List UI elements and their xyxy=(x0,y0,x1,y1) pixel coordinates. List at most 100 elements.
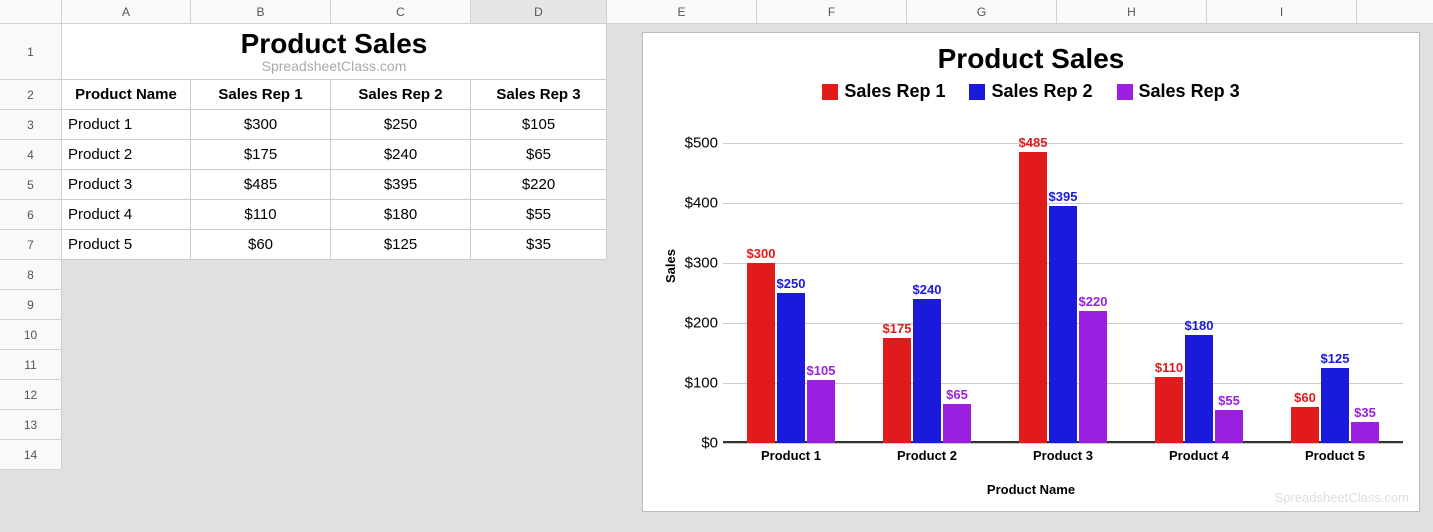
cell-3-1[interactable]: $110 xyxy=(191,200,331,229)
bar[interactable] xyxy=(747,263,775,443)
column-header-row: ABCDEFGHI xyxy=(0,0,1433,24)
y-tick-label: $500 xyxy=(668,135,718,152)
y-tick-label: $300 xyxy=(668,255,718,272)
col-header-I[interactable]: I xyxy=(1207,0,1357,23)
cell-4-1[interactable]: $60 xyxy=(191,230,331,259)
bar[interactable] xyxy=(1155,377,1183,443)
col-header-B[interactable]: B xyxy=(191,0,331,23)
row-header-1[interactable]: 1 xyxy=(0,24,62,80)
cell-2-2[interactable]: $395 xyxy=(331,170,471,199)
x-category-label: Product 3 xyxy=(1033,448,1093,463)
bar-value-label: $125 xyxy=(1321,351,1350,366)
row-header-5[interactable]: 5 xyxy=(0,170,62,200)
col-header-rep3[interactable]: Sales Rep 3 xyxy=(471,80,607,109)
select-all-corner[interactable] xyxy=(0,0,62,24)
bar[interactable] xyxy=(913,299,941,443)
col-header-rep2[interactable]: Sales Rep 2 xyxy=(331,80,471,109)
bar-value-label: $485 xyxy=(1019,135,1048,150)
cell-4-0[interactable]: Product 5 xyxy=(62,230,191,259)
chart-legend: Sales Rep 1 Sales Rep 2 Sales Rep 3 xyxy=(643,81,1419,102)
table-title: Product Sales xyxy=(62,24,606,60)
x-category-label: Product 4 xyxy=(1169,448,1229,463)
table-subtitle: SpreadsheetClass.com xyxy=(62,58,606,74)
cell-2-0[interactable]: Product 3 xyxy=(62,170,191,199)
x-category-label: Product 5 xyxy=(1305,448,1365,463)
row-header-11[interactable]: 11 xyxy=(0,350,62,380)
cell-1-3[interactable]: $65 xyxy=(471,140,607,169)
bar-value-label: $105 xyxy=(807,363,836,378)
bar-value-label: $240 xyxy=(913,282,942,297)
table-row: Product 3$485$395$220 xyxy=(62,170,607,200)
bar[interactable] xyxy=(1019,152,1047,443)
row-header-9[interactable]: 9 xyxy=(0,290,62,320)
bar[interactable] xyxy=(1185,335,1213,443)
grid-area[interactable]: Product Sales SpreadsheetClass.com Produ… xyxy=(62,24,1433,532)
row-header-2[interactable]: 2 xyxy=(0,80,62,110)
col-header-D[interactable]: D xyxy=(471,0,607,23)
legend-label: Sales Rep 3 xyxy=(1139,81,1240,102)
col-header-rep1[interactable]: Sales Rep 1 xyxy=(191,80,331,109)
bar[interactable] xyxy=(1215,410,1243,443)
row-header-3[interactable]: 3 xyxy=(0,110,62,140)
cell-3-3[interactable]: $55 xyxy=(471,200,607,229)
bar-value-label: $300 xyxy=(747,246,776,261)
cell-3-0[interactable]: Product 4 xyxy=(62,200,191,229)
bar[interactable] xyxy=(777,293,805,443)
bar[interactable] xyxy=(807,380,835,443)
bar[interactable] xyxy=(1321,368,1349,443)
cell-1-1[interactable]: $175 xyxy=(191,140,331,169)
col-header-G[interactable]: G xyxy=(907,0,1057,23)
row-header-7[interactable]: 7 xyxy=(0,230,62,260)
bar[interactable] xyxy=(1291,407,1319,443)
col-header-E[interactable]: E xyxy=(607,0,757,23)
bar[interactable] xyxy=(1049,206,1077,443)
legend-label: Sales Rep 1 xyxy=(844,81,945,102)
col-header-C[interactable]: C xyxy=(331,0,471,23)
y-tick-label: $0 xyxy=(668,435,718,452)
table-row: Product 2$175$240$65 xyxy=(62,140,607,170)
row-header-8[interactable]: 8 xyxy=(0,260,62,290)
cell-0-2[interactable]: $250 xyxy=(331,110,471,139)
bar-value-label: $55 xyxy=(1218,393,1240,408)
row-header-10[interactable]: 10 xyxy=(0,320,62,350)
legend-swatch-icon xyxy=(822,84,838,100)
row-header-13[interactable]: 13 xyxy=(0,410,62,440)
bar[interactable] xyxy=(1079,311,1107,443)
cell-4-3[interactable]: $35 xyxy=(471,230,607,259)
col-header-H[interactable]: H xyxy=(1057,0,1207,23)
grid-line xyxy=(723,143,1403,144)
legend-item-1[interactable]: Sales Rep 2 xyxy=(969,81,1092,102)
row-header-6[interactable]: 6 xyxy=(0,200,62,230)
bar-value-label: $65 xyxy=(946,387,968,402)
bar-value-label: $395 xyxy=(1049,189,1078,204)
x-category-label: Product 1 xyxy=(761,448,821,463)
cell-4-2[interactable]: $125 xyxy=(331,230,471,259)
cell-2-1[interactable]: $485 xyxy=(191,170,331,199)
bar[interactable] xyxy=(883,338,911,443)
cell-0-0[interactable]: Product 1 xyxy=(62,110,191,139)
y-tick-label: $200 xyxy=(668,315,718,332)
title-cell[interactable]: Product Sales SpreadsheetClass.com xyxy=(62,24,607,80)
legend-item-2[interactable]: Sales Rep 3 xyxy=(1117,81,1240,102)
y-tick-label: $400 xyxy=(668,195,718,212)
bar-value-label: $250 xyxy=(777,276,806,291)
cell-2-3[interactable]: $220 xyxy=(471,170,607,199)
legend-item-0[interactable]: Sales Rep 1 xyxy=(822,81,945,102)
col-header-A[interactable]: A xyxy=(62,0,191,23)
chart-container[interactable]: Product Sales Sales Rep 1 Sales Rep 2 Sa… xyxy=(642,32,1420,512)
table-row: Product 4$110$180$55 xyxy=(62,200,607,230)
col-header-product[interactable]: Product Name xyxy=(62,80,191,109)
chart-title: Product Sales xyxy=(643,43,1419,75)
row-header-4[interactable]: 4 xyxy=(0,140,62,170)
bar[interactable] xyxy=(1351,422,1379,443)
cell-0-1[interactable]: $300 xyxy=(191,110,331,139)
row-header-12[interactable]: 12 xyxy=(0,380,62,410)
row-header-14[interactable]: 14 xyxy=(0,440,62,470)
cell-3-2[interactable]: $180 xyxy=(331,200,471,229)
cell-0-3[interactable]: $105 xyxy=(471,110,607,139)
cell-1-2[interactable]: $240 xyxy=(331,140,471,169)
bar[interactable] xyxy=(943,404,971,443)
col-header-F[interactable]: F xyxy=(757,0,907,23)
bar-value-label: $60 xyxy=(1294,390,1316,405)
cell-1-0[interactable]: Product 2 xyxy=(62,140,191,169)
